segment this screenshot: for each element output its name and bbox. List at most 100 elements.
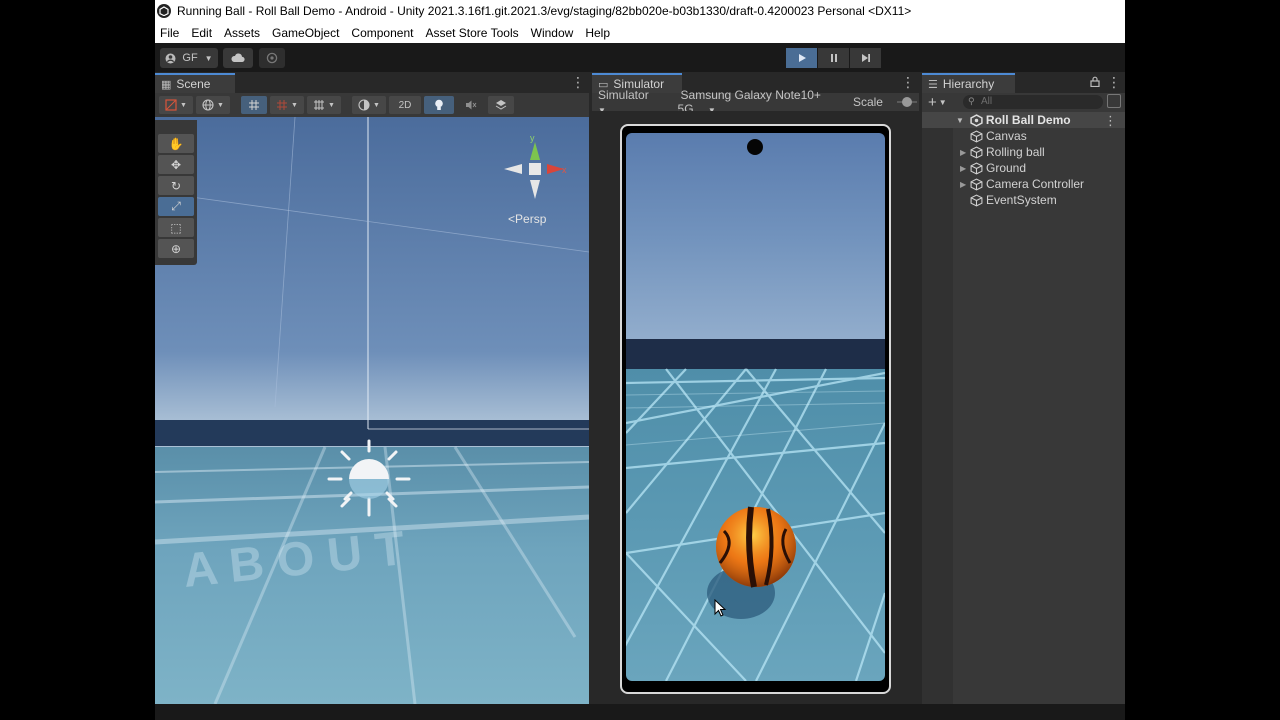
menu-asset-store-tools[interactable]: Asset Store Tools xyxy=(420,26,525,40)
gameobject-cube-icon xyxy=(970,161,983,175)
scene-visibility-icon[interactable] xyxy=(1107,94,1121,108)
perspective-label[interactable]: <Persp xyxy=(508,212,546,226)
pause-icon xyxy=(830,54,837,62)
hierarchy-item-ground[interactable]: ▶ Ground xyxy=(960,160,1026,176)
step-icon xyxy=(861,54,870,62)
scene-menu-icon[interactable]: ⋮ xyxy=(571,75,585,89)
chevron-down-icon: ▼ xyxy=(217,101,224,109)
pause-button[interactable] xyxy=(818,48,849,68)
simulator-toolbar: Simulator ▼ Samsung Galaxy Note10+ 5G ▼ … xyxy=(592,88,919,116)
add-icon[interactable]: + xyxy=(928,94,937,111)
globe-icon xyxy=(202,99,214,111)
increment-snap-icon xyxy=(314,100,325,110)
tab-hierarchy-label: Hierarchy xyxy=(942,77,995,91)
menu-file[interactable]: File xyxy=(155,26,186,40)
scene-name: Roll Ball Demo xyxy=(985,113,1071,127)
play-controls xyxy=(786,48,882,68)
account-button[interactable]: GF ▼ xyxy=(160,48,218,68)
hierarchy-item-rolling-ball[interactable]: ▶ Rolling ball xyxy=(960,144,1045,160)
expand-arrow-icon[interactable]: ▼ xyxy=(956,116,964,125)
expand-arrow-icon[interactable]: ▶ xyxy=(960,164,970,173)
hierarchy-menu-icon[interactable]: ⋮ xyxy=(1107,75,1121,89)
device-screen[interactable] xyxy=(626,133,885,681)
tab-scene-label: Scene xyxy=(176,77,211,91)
shading-mode-dropdown[interactable]: ▼ xyxy=(352,96,386,114)
simulator-menu-icon[interactable]: ⋮ xyxy=(901,75,915,89)
gameobject-cube-icon xyxy=(970,193,983,207)
tab-hierarchy[interactable]: ☰ Hierarchy xyxy=(922,73,1015,93)
draw-mode-dropdown[interactable]: ▼ xyxy=(159,96,193,114)
hierarchy-list-icon: ☰ xyxy=(928,78,938,91)
hierarchy-gutter xyxy=(922,128,953,704)
persp-arrow-icon: < xyxy=(508,212,516,226)
directional-light-icon[interactable] xyxy=(327,437,411,521)
transform-tool-button[interactable]: ⊕ xyxy=(158,239,194,258)
tab-scene[interactable]: ▦ Scene xyxy=(155,73,235,93)
scale-icon: ⤢ xyxy=(171,199,181,213)
cloud-icon xyxy=(231,53,245,62)
scene-grid-icon: ▦ xyxy=(161,78,172,91)
hierarchy-item-label: EventSystem xyxy=(986,193,1057,207)
rotate-tool-button[interactable]: ↻ xyxy=(158,176,194,195)
chevron-down-icon[interactable]: ▼ xyxy=(939,98,947,107)
scale-tool-button[interactable]: ⤢ xyxy=(158,197,194,216)
effects-dropdown[interactable] xyxy=(488,96,514,114)
menu-edit[interactable]: Edit xyxy=(186,26,219,40)
transform-icon: ⊕ xyxy=(170,241,182,256)
lightbulb-icon xyxy=(435,99,443,110)
scene-viewport[interactable]: A B O U T ✋ ✥ ↻ ⤢ ⬚ ⊕ y x <Persp xyxy=(155,117,589,704)
status-bar xyxy=(155,704,1125,720)
snap-settings-dropdown[interactable]: ▼ xyxy=(270,96,304,114)
grid-snap-icon xyxy=(249,100,259,110)
lighting-toggle-button[interactable] xyxy=(424,96,454,114)
hierarchy-search-input[interactable]: All xyxy=(963,95,1103,109)
hand-tool-button[interactable]: ✋ xyxy=(158,134,194,153)
title-bar: Running Ball - Roll Ball Demo - Android … xyxy=(155,0,1125,22)
scene-tools-panel: ✋ ✥ ↻ ⤢ ⬚ ⊕ xyxy=(155,120,197,265)
simulator-mode-label: Simulator xyxy=(598,88,649,102)
chevron-down-icon: ▼ xyxy=(291,101,298,109)
menu-help[interactable]: Help xyxy=(580,26,617,40)
menu-window[interactable]: Window xyxy=(526,26,581,40)
rect-icon: ⬚ xyxy=(170,220,182,235)
hierarchy-item-label: Ground xyxy=(986,161,1027,175)
scene-menu-icon[interactable]: ⋮ xyxy=(1104,113,1117,129)
expand-arrow-icon[interactable]: ▶ xyxy=(960,180,970,189)
mouse-cursor-icon xyxy=(714,599,727,617)
increment-snap-dropdown[interactable]: ▼ xyxy=(307,96,341,114)
scale-slider[interactable] xyxy=(894,97,917,107)
menu-component[interactable]: Component xyxy=(346,26,420,40)
move-tool-button[interactable]: ✥ xyxy=(158,155,194,174)
expand-arrow-icon[interactable]: ▶ xyxy=(960,148,970,157)
unity-logo-icon xyxy=(157,4,171,18)
hierarchy-item-canvas[interactable]: Canvas xyxy=(960,128,1027,144)
lock-icon[interactable] xyxy=(1090,76,1100,90)
global-view-dropdown[interactable]: ▼ xyxy=(196,96,230,114)
audio-toggle-button[interactable] xyxy=(457,96,485,114)
collab-icon xyxy=(266,52,278,64)
move-arrows-icon: ✥ xyxy=(170,157,182,172)
orientation-gizmo[interactable]: y x xyxy=(500,132,570,212)
menu-bar: File Edit Assets GameObject Component As… xyxy=(155,22,1125,43)
svg-text:A B O U T: A B O U T xyxy=(181,522,408,598)
menu-gameobject[interactable]: GameObject xyxy=(267,26,346,40)
account-label: GF xyxy=(182,52,198,64)
play-button[interactable] xyxy=(786,48,817,68)
toggle-2d-button[interactable]: 2D xyxy=(389,96,421,114)
gameobject-cube-icon xyxy=(970,145,983,159)
menu-assets[interactable]: Assets xyxy=(219,26,267,40)
hierarchy-item-eventsystem[interactable]: EventSystem xyxy=(960,192,1057,208)
step-button[interactable] xyxy=(850,48,881,68)
cloud-button[interactable] xyxy=(223,48,253,68)
shading-sphere-icon xyxy=(358,99,370,111)
account-icon xyxy=(165,53,176,63)
hierarchy-item-camera-controller[interactable]: ▶ Camera Controller xyxy=(960,176,1084,192)
device-frame xyxy=(620,124,891,694)
hierarchy-search-placeholder: All xyxy=(981,96,993,107)
collab-button[interactable] xyxy=(259,48,285,68)
play-icon xyxy=(798,54,806,62)
rect-tool-button[interactable]: ⬚ xyxy=(158,218,194,237)
audio-muted-icon xyxy=(466,100,477,110)
hierarchy-root-scene[interactable]: ▼ Roll Ball Demo ⋮ xyxy=(922,112,1125,128)
grid-toggle-button[interactable] xyxy=(241,96,267,114)
